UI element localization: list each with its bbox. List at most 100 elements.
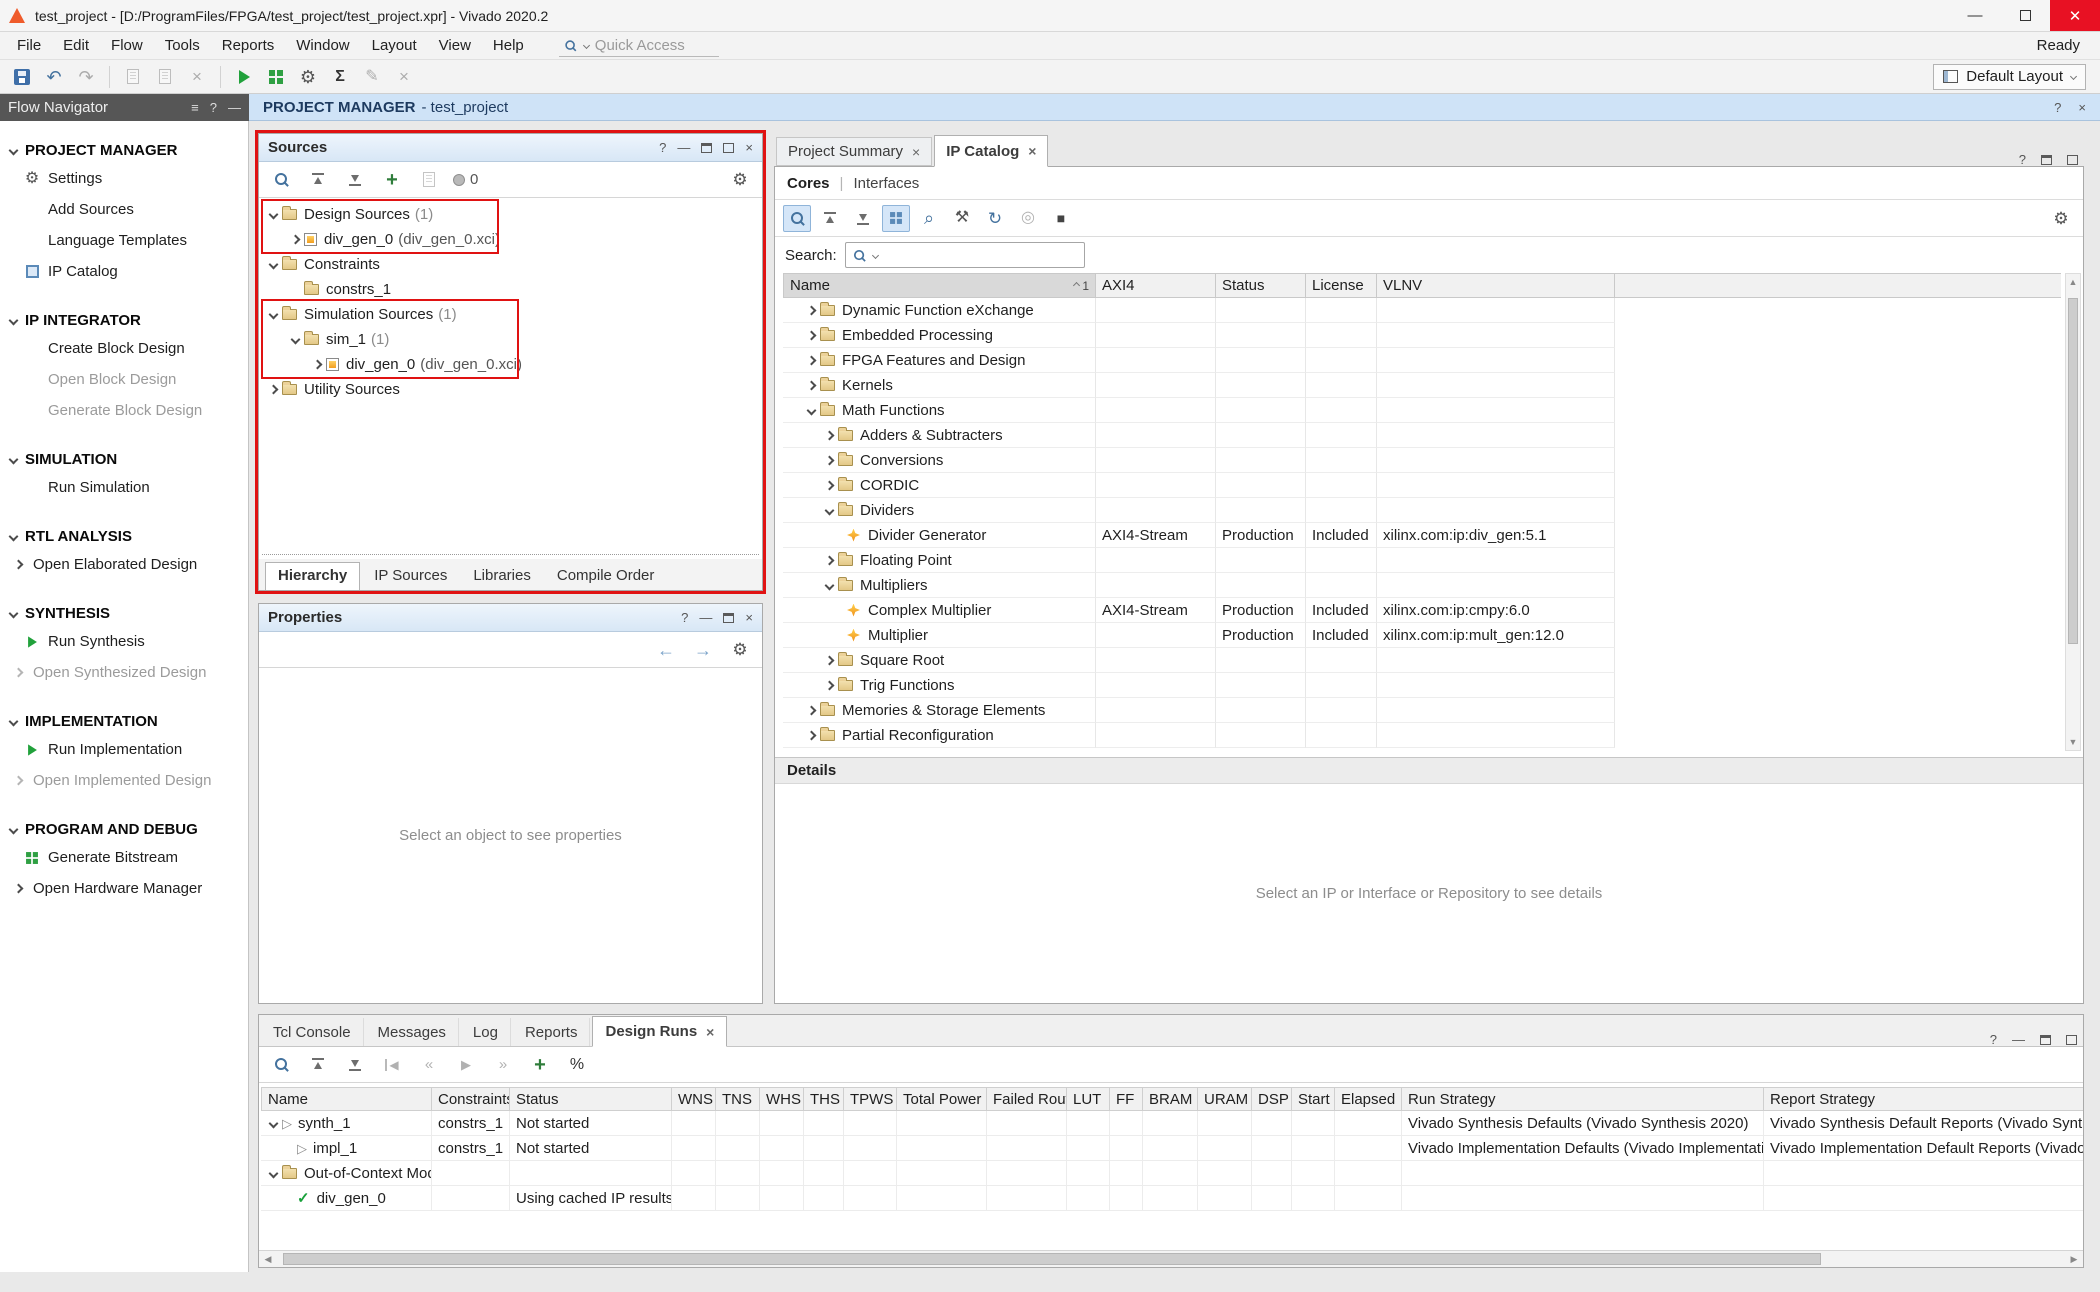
scroll-thumb[interactable] (2068, 298, 2078, 644)
close-icon[interactable]: × (2078, 101, 2086, 114)
settings-gear-icon[interactable]: ⚙ (726, 166, 754, 193)
sidebar-item-ip-catalog[interactable]: IP Catalog (0, 256, 248, 287)
help-icon[interactable]: ? (210, 101, 217, 114)
tab-compile-order[interactable]: Compile Order (545, 563, 667, 590)
sidebar-item-run-synthesis[interactable]: Run Synthesis (0, 626, 248, 657)
settings-gear-icon[interactable]: ⚙ (294, 63, 322, 90)
close-icon[interactable]: × (706, 1025, 714, 1039)
minimize-icon[interactable]: — (228, 101, 241, 114)
sidebar-item-run-simulation[interactable]: Run Simulation (0, 472, 248, 503)
program-device-icon[interactable] (262, 63, 290, 90)
column-header[interactable]: BRAM (1143, 1087, 1198, 1111)
horizontal-scrollbar[interactable]: ◀ ▶ (259, 1250, 2083, 1267)
layout-selector[interactable]: Default Layout (1933, 64, 2086, 90)
expand-all-icon[interactable] (341, 1051, 369, 1078)
search-input[interactable] (845, 242, 1085, 268)
expander-icon[interactable] (807, 705, 817, 715)
catalog-row[interactable]: Math Functions (783, 398, 2061, 423)
sidebar-item-generate-block-design[interactable]: Generate Block Design (0, 395, 248, 426)
step-back-icon[interactable]: « (415, 1051, 443, 1078)
tab-log[interactable]: Log (461, 1018, 511, 1046)
percent-icon[interactable]: % (563, 1051, 591, 1078)
paste-icon[interactable] (151, 63, 179, 90)
scroll-right-icon[interactable]: ▶ (2065, 1251, 2083, 1267)
minimize-icon[interactable]: — (699, 611, 712, 624)
column-header[interactable]: TPWS (844, 1087, 897, 1111)
scroll-up-icon[interactable]: ▲ (2066, 274, 2080, 290)
expander-icon[interactable] (269, 260, 279, 270)
catalog-row[interactable]: Kernels (783, 373, 2061, 398)
column-header-status[interactable]: Status (1216, 273, 1306, 298)
help-icon[interactable]: ? (2054, 101, 2061, 114)
sidebar-item-open-synthesized-design[interactable]: Open Synthesized Design (0, 657, 248, 688)
expander-icon[interactable] (807, 405, 817, 415)
add-repository-icon[interactable]: ⌕ (915, 205, 943, 232)
tab-hierarchy[interactable]: Hierarchy (265, 562, 360, 590)
sidebar-item-open-hardware-manager[interactable]: Open Hardware Manager (0, 873, 248, 904)
close-button[interactable]: ✕ (2050, 0, 2100, 31)
section-implementation[interactable]: IMPLEMENTATION (0, 708, 248, 734)
run-icon[interactable] (230, 63, 258, 90)
expander-icon[interactable] (269, 1168, 279, 1178)
column-header-axi4[interactable]: AXI4 (1096, 273, 1216, 298)
expander-icon[interactable] (825, 480, 835, 490)
column-header-vlnv[interactable]: VLNV (1377, 273, 1615, 298)
copy-icon[interactable] (119, 63, 147, 90)
delete-icon[interactable]: × (183, 63, 211, 90)
run-row-div-gen-0[interactable]: ✓div_gen_0 Using cached IP results (261, 1186, 2083, 1211)
sidebar-item-generate-bitstream[interactable]: Generate Bitstream (0, 842, 248, 873)
edit-pencil-icon[interactable]: ✎ (358, 63, 386, 90)
expander-icon[interactable] (807, 730, 817, 740)
tree-row-constraints[interactable]: Constraints (259, 252, 762, 277)
collapse-all-icon[interactable] (304, 166, 332, 193)
expander-icon[interactable] (825, 505, 835, 515)
refresh-icon[interactable]: ↻ (981, 205, 1009, 232)
menu-file[interactable]: File (6, 37, 52, 54)
tree-row-design-sources[interactable]: Design Sources(1) (259, 202, 762, 227)
save-icon[interactable] (8, 63, 36, 90)
expander-icon[interactable] (269, 1118, 279, 1128)
column-header[interactable]: URAM (1198, 1087, 1252, 1111)
flow-navigator-header[interactable]: Flow Navigator ≡ ? — (0, 94, 249, 121)
float-icon[interactable] (701, 143, 712, 153)
column-header[interactable]: WNS (672, 1087, 716, 1111)
column-header[interactable]: DSP (1252, 1087, 1292, 1111)
tree-row-simulation-sources[interactable]: Simulation Sources(1) (259, 302, 762, 327)
tab-reports[interactable]: Reports (513, 1018, 591, 1046)
help-icon[interactable]: ? (659, 141, 666, 154)
sidebar-item-run-implementation[interactable]: Run Implementation (0, 734, 248, 765)
settings-gear-icon[interactable]: ⚙ (2047, 205, 2075, 232)
tree-row-div-gen-0[interactable]: div_gen_0(div_gen_0.xci) (259, 227, 762, 252)
sidebar-item-open-block-design[interactable]: Open Block Design (0, 364, 248, 395)
column-header[interactable]: Name (261, 1087, 432, 1111)
step-forward-icon[interactable]: » (489, 1051, 517, 1078)
catalog-row[interactable]: Trig Functions (783, 673, 2061, 698)
menu-layout[interactable]: Layout (361, 37, 428, 54)
maximize-button[interactable] (2000, 0, 2050, 31)
expander-icon[interactable] (825, 430, 835, 440)
section-program-and-debug[interactable]: PROGRAM AND DEBUG (0, 816, 248, 842)
sidebar-item-create-block-design[interactable]: Create Block Design (0, 333, 248, 364)
report-sigma-icon[interactable]: Σ (326, 63, 354, 90)
menu-reports[interactable]: Reports (211, 37, 286, 54)
tree-row-constrs-1[interactable]: constrs_1 (259, 277, 762, 302)
tab-project-summary[interactable]: Project Summary× (776, 137, 932, 166)
tab-libraries[interactable]: Libraries (461, 563, 543, 590)
vertical-scrollbar[interactable]: ▲ ▼ (2065, 273, 2081, 751)
column-header[interactable]: WHS (760, 1087, 804, 1111)
maximize-icon[interactable] (723, 143, 734, 153)
expander-icon[interactable] (807, 355, 817, 365)
expander-icon[interactable] (807, 305, 817, 315)
menu-window[interactable]: Window (285, 37, 360, 54)
sidebar-item-settings[interactable]: ⚙Settings (0, 163, 248, 194)
search-icon[interactable] (267, 166, 295, 193)
close-icon[interactable]: × (1028, 144, 1036, 158)
catalog-row[interactable]: Dynamic Function eXchange (783, 298, 2061, 323)
sidebar-item-open-implemented-design[interactable]: Open Implemented Design (0, 765, 248, 796)
run-row-impl-1[interactable]: ▷impl_1 constrs_1 Not started Vivado Imp… (261, 1136, 2083, 1161)
settings-gear-icon[interactable]: ⚙ (726, 636, 754, 663)
expander-icon[interactable] (825, 555, 835, 565)
float-icon[interactable] (2041, 155, 2052, 165)
tab-ip-catalog[interactable]: IP Catalog× (934, 135, 1048, 167)
expander-icon[interactable] (825, 580, 835, 590)
